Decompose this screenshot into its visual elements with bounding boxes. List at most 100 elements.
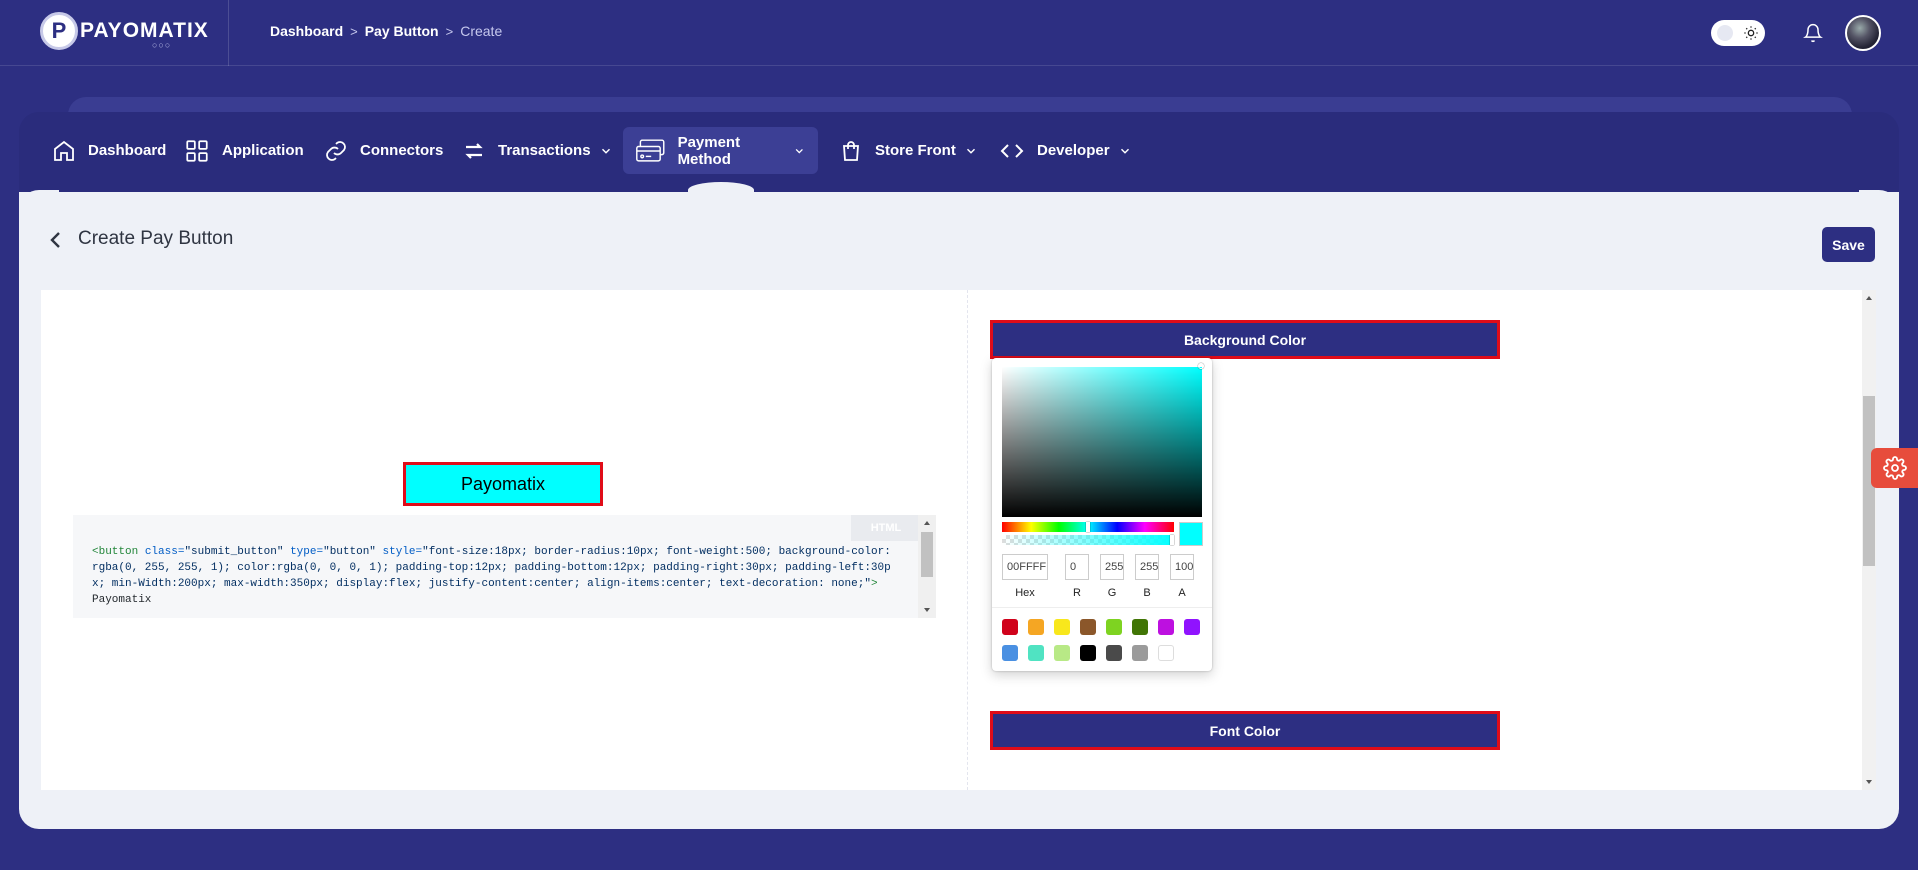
- logo[interactable]: P PAYOMATIX ○○○: [40, 12, 209, 50]
- color-picker: 00FFFF 0 255 255 100 Hex R G B A: [992, 358, 1212, 671]
- preset-swatch[interactable]: [1002, 645, 1018, 661]
- preset-swatch[interactable]: [1080, 645, 1096, 661]
- code-attr: type=: [290, 546, 324, 558]
- code-scroll-thumb[interactable]: [921, 532, 933, 577]
- nav-label: Developer: [1037, 142, 1110, 159]
- nav-store-front[interactable]: Store Front: [827, 127, 990, 174]
- nav-label: Transactions: [498, 142, 591, 159]
- nav-application[interactable]: Application: [172, 127, 316, 174]
- breadcrumb-pay-button[interactable]: Pay Button: [365, 23, 439, 39]
- saturation-pointer[interactable]: [1198, 363, 1204, 369]
- code-icon: [1000, 143, 1024, 158]
- pay-button-preview[interactable]: Payomatix: [403, 462, 603, 506]
- hex-input[interactable]: 00FFFF: [1002, 554, 1048, 580]
- breadcrumb-dashboard[interactable]: Dashboard: [270, 23, 343, 39]
- preset-swatch[interactable]: [1054, 645, 1070, 661]
- scroll-down-icon[interactable]: [918, 604, 936, 616]
- nav-dashboard[interactable]: Dashboard: [40, 127, 178, 174]
- scroll-down-icon[interactable]: [1862, 776, 1876, 788]
- code-value: "submit_button": [184, 546, 284, 558]
- r-input[interactable]: 0: [1065, 554, 1089, 580]
- settings-gear-button[interactable]: [1871, 448, 1918, 488]
- scroll-up-icon[interactable]: [1862, 292, 1876, 304]
- b-input[interactable]: 255: [1135, 554, 1159, 580]
- font-color-header[interactable]: Font Color: [990, 711, 1500, 750]
- g-input[interactable]: 255: [1100, 554, 1124, 580]
- chevron-down-icon: [601, 148, 610, 154]
- logo-text: PAYOMATIX: [80, 19, 209, 42]
- home-icon: [54, 140, 74, 161]
- chevron-down-icon: [1120, 148, 1129, 154]
- preset-swatch[interactable]: [1132, 645, 1148, 661]
- avatar[interactable]: [1845, 15, 1881, 51]
- code-attr: style=: [382, 546, 423, 558]
- code-language-badge: HTML: [851, 515, 921, 541]
- code-scrollbar[interactable]: [918, 515, 936, 618]
- nav-transactions[interactable]: Transactions: [450, 127, 625, 174]
- logo-mark: P: [40, 12, 78, 50]
- alpha-pointer[interactable]: [1170, 535, 1174, 545]
- sun-icon: [1744, 26, 1758, 40]
- scroll-up-icon[interactable]: [918, 517, 936, 529]
- chevron-down-icon: [966, 148, 975, 154]
- saturation-area[interactable]: [1002, 367, 1202, 517]
- breadcrumb-separator: >: [350, 23, 358, 39]
- preset-swatch[interactable]: [1028, 619, 1044, 635]
- theme-toggle[interactable]: [1711, 20, 1765, 46]
- preset-swatch[interactable]: [1080, 619, 1096, 635]
- current-color-swatch: [1179, 522, 1203, 546]
- preset-swatch[interactable]: [1132, 619, 1148, 635]
- nav-label: Store Front: [875, 142, 956, 159]
- code-value: "button": [323, 546, 376, 558]
- page-title: Create Pay Button: [78, 228, 234, 249]
- back-arrow-icon[interactable]: [44, 228, 68, 252]
- gear-icon: [1882, 456, 1907, 480]
- link-icon: [326, 140, 346, 161]
- nav-label: Application: [222, 142, 304, 159]
- picker-divider: [992, 607, 1212, 608]
- preset-swatch[interactable]: [1028, 645, 1044, 661]
- transfer-icon: [465, 142, 483, 159]
- nav-label: Payment Method: [677, 133, 741, 168]
- background-color-header[interactable]: Background Color: [990, 320, 1500, 359]
- content-corner: [19, 190, 59, 230]
- shopping-bag-icon: [843, 140, 859, 161]
- nav-payment-method[interactable]: Payment Method: [623, 127, 818, 174]
- chevron-down-icon: [796, 148, 804, 153]
- nav-connectors[interactable]: Connectors: [312, 127, 455, 174]
- preset-swatch[interactable]: [1106, 619, 1122, 635]
- breadcrumb-create: Create: [460, 23, 503, 39]
- logo-dots: ○○○: [152, 40, 172, 50]
- nav-label: Connectors: [360, 142, 444, 159]
- header-divider: [228, 0, 229, 66]
- code-attr: class=: [144, 546, 185, 558]
- preset-swatch[interactable]: [1054, 619, 1070, 635]
- column-divider: [967, 290, 968, 790]
- nav-label: Dashboard: [88, 142, 167, 159]
- toggle-knob: [1717, 25, 1733, 41]
- bell-icon[interactable]: [1803, 22, 1823, 44]
- preset-swatch[interactable]: [1002, 619, 1018, 635]
- page-scrollbar[interactable]: [1862, 290, 1876, 790]
- preset-swatch[interactable]: [1158, 645, 1174, 661]
- alpha-slider[interactable]: [1002, 535, 1174, 545]
- breadcrumb-separator: >: [445, 23, 454, 39]
- a-input[interactable]: 100: [1170, 554, 1194, 580]
- content-corner: [1859, 190, 1899, 230]
- top-header: P PAYOMATIX ○○○ Dashboard > Pay Button >…: [0, 0, 1918, 66]
- code-text: <button class="submit_button" type="butt…: [92, 544, 892, 608]
- preset-swatch[interactable]: [1106, 645, 1122, 661]
- preset-swatch[interactable]: [1158, 619, 1174, 635]
- code-inner-text: Payomatix: [92, 594, 152, 606]
- save-button[interactable]: Save: [1822, 227, 1875, 262]
- html-code-block[interactable]: <button class="submit_button" type="butt…: [73, 515, 936, 618]
- nav-developer[interactable]: Developer: [987, 127, 1144, 174]
- g-label: G: [1107, 587, 1117, 599]
- cards-icon: [636, 138, 665, 162]
- hex-label: Hex: [1015, 587, 1035, 599]
- breadcrumb: Dashboard > Pay Button > Create: [270, 23, 502, 39]
- preset-swatch[interactable]: [1184, 619, 1200, 635]
- hue-pointer[interactable]: [1086, 522, 1090, 532]
- b-label: B: [1143, 587, 1151, 599]
- r-label: R: [1073, 587, 1081, 599]
